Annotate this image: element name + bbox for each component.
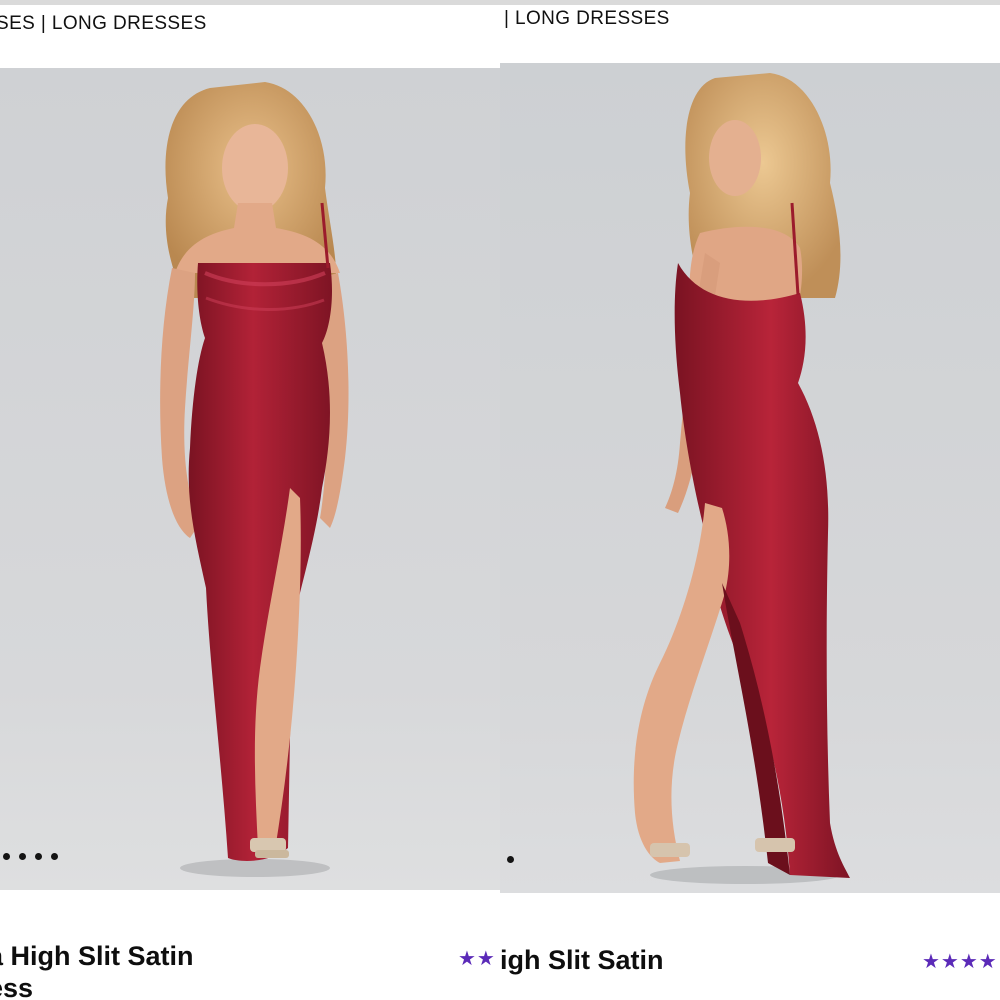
breadcrumb[interactable]: | LONG DRESSES — [504, 8, 670, 30]
product-title[interactable]: igh Slit Satin — [500, 944, 664, 976]
rating-stars: ★★★★ — [922, 951, 998, 973]
product-title-line-1: a High Slit Satin — [0, 941, 194, 971]
carousel-dot[interactable] — [35, 853, 42, 860]
carousel-dots[interactable] — [3, 853, 58, 860]
product-title-line-1: igh Slit Satin — [500, 945, 664, 975]
top-divider — [0, 0, 500, 5]
product-card-right: | LONG DRESSES igh Slit Satin ★★★★ — [500, 0, 1000, 1000]
top-divider — [500, 0, 1000, 5]
carousel-dot[interactable] — [507, 856, 514, 863]
product-image-back[interactable] — [500, 63, 1000, 893]
rating-stars: ★★ — [458, 948, 496, 970]
product-title[interactable]: a High Slit Satin ess — [0, 940, 194, 1000]
breadcrumb[interactable]: SES | LONG DRESSES — [0, 13, 207, 35]
product-title-line-2: ess — [0, 973, 34, 1000]
carousel-dots[interactable] — [507, 856, 514, 863]
carousel-dot[interactable] — [19, 853, 26, 860]
product-card-left: SES | LONG DRESSES a High Slit Satin ss … — [0, 0, 500, 1000]
product-image-front[interactable] — [0, 68, 500, 890]
carousel-dot[interactable] — [3, 853, 10, 860]
carousel-dot[interactable] — [51, 853, 58, 860]
